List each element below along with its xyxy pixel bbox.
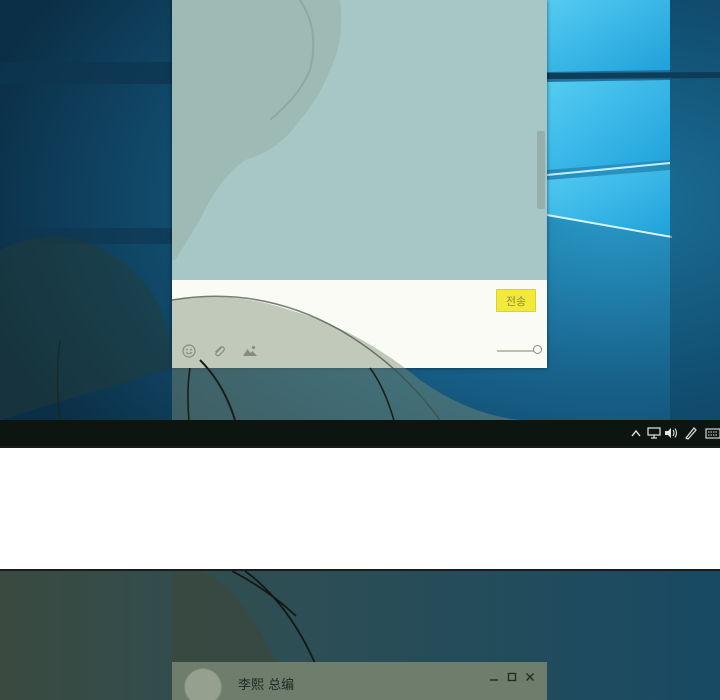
comic-panel-top: 전송 — [0, 0, 720, 448]
network-icon[interactable] — [647, 426, 661, 440]
keyboard-icon[interactable] — [705, 426, 720, 440]
chat-window-title: 李熙 总编 — [238, 678, 295, 693]
chat-input-area[interactable]: 전송 — [172, 280, 547, 368]
taskbar — [0, 420, 720, 446]
slider-knob[interactable] — [533, 345, 542, 354]
attachment-icon[interactable] — [211, 343, 227, 359]
volume-icon[interactable] — [664, 426, 678, 440]
maximize-icon[interactable] — [505, 670, 519, 684]
image-icon[interactable] — [242, 343, 258, 359]
emoji-icon[interactable] — [181, 343, 197, 359]
chat-window: 전송 — [172, 0, 547, 368]
comic-panel-bottom: 李熙 总编 — [0, 569, 720, 700]
font-size-slider[interactable] — [497, 345, 542, 354]
chat-window-header: 李熙 总编 — [172, 662, 547, 700]
pen-icon[interactable] — [684, 426, 698, 440]
chevron-up-icon[interactable] — [631, 426, 641, 440]
chat-message-area[interactable] — [172, 0, 547, 280]
close-icon[interactable] — [523, 670, 537, 684]
minimize-icon[interactable] — [487, 670, 501, 684]
chat-scrollbar[interactable] — [537, 131, 545, 209]
avatar[interactable] — [184, 668, 222, 700]
send-button[interactable]: 전송 — [496, 289, 536, 312]
